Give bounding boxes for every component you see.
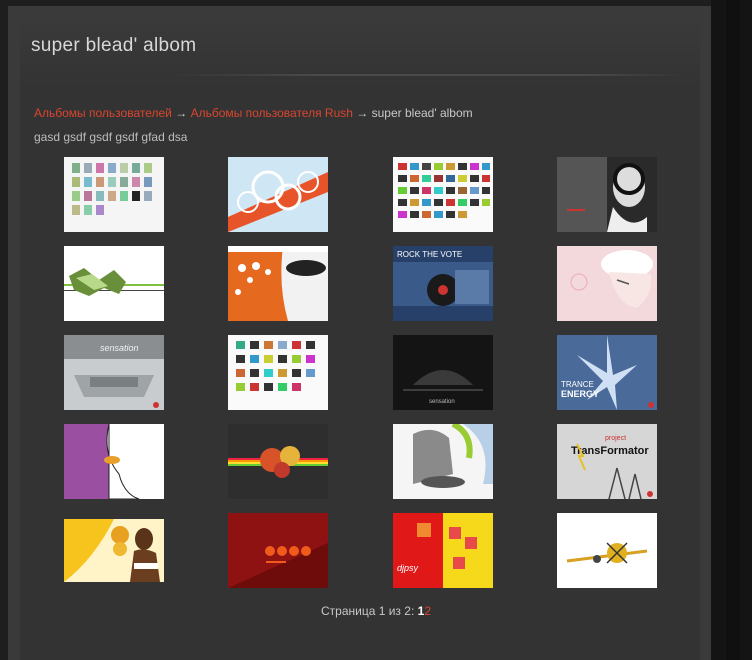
- thumb-dj-grey[interactable]: [393, 424, 493, 499]
- thumb-sensation-grey[interactable]: sensation: [64, 335, 164, 410]
- thumb-text-rock-the-vote: ROCK THE VOTE: [397, 250, 462, 259]
- thumb-sticker-grid-2-image: [228, 335, 328, 410]
- breadcrumb-separator: →: [356, 106, 369, 120]
- thumb-headphones-girl[interactable]: [557, 157, 657, 232]
- thumb-red-circles[interactable]: [228, 513, 328, 588]
- thumb-orange-swirls-image: [228, 157, 328, 232]
- thumb-white-splash[interactable]: [557, 513, 657, 588]
- pagination: Страница 1 из 2: 12: [0, 604, 752, 618]
- page-title: super blead' albom: [31, 35, 197, 56]
- thumb-red-circles-image: [228, 513, 328, 588]
- thumb-text-trance: TRANCE: [561, 380, 594, 389]
- thumb-white-splash-image: [557, 513, 657, 588]
- thumb-pink-girl-image: [557, 246, 657, 321]
- thumb-purple-face[interactable]: [64, 424, 164, 499]
- thumb-text-energy: ENERGY: [561, 389, 599, 399]
- breadcrumb-link-rush-albums[interactable]: Альбомы пользователя Rush: [191, 106, 353, 120]
- thumb-text-sensation-small: sensation: [429, 399, 455, 405]
- thumb-orange-face[interactable]: [228, 246, 328, 321]
- thumb-green-lines-image: [64, 246, 164, 321]
- pagination-label: Страница 1 из 2:: [321, 604, 415, 618]
- thumb-collage-white-image: [64, 157, 164, 232]
- thumb-rock-the-vote-image: ROCK THE VOTE: [393, 246, 493, 321]
- thumb-collage-white[interactable]: [64, 157, 164, 232]
- thumb-purple-face-image: [64, 424, 164, 499]
- breadcrumb-separator: →: [175, 106, 188, 120]
- thumb-sticker-grid-image: [393, 157, 493, 232]
- thumb-text-project: project: [605, 435, 626, 442]
- thumb-red-yellow-dj[interactable]: djpsy: [393, 513, 493, 588]
- thumb-rainbow-dark[interactable]: [228, 424, 328, 499]
- thumb-yellow-woman[interactable]: [64, 519, 164, 582]
- scrollbar[interactable]: [726, 0, 740, 660]
- thumb-green-lines[interactable]: [64, 246, 164, 321]
- breadcrumb-current: super blead' albom: [371, 106, 473, 120]
- thumb-rainbow-dark-image: [228, 424, 328, 499]
- thumb-red-yellow-dj-image: djpsy: [393, 513, 493, 588]
- thumb-sensation-grey-image: sensation: [64, 335, 164, 410]
- title-divider: [160, 74, 690, 76]
- breadcrumb: Альбомы пользователей → Альбомы пользова…: [34, 106, 473, 120]
- thumb-text-sensation: sensation: [100, 343, 139, 353]
- thumb-orange-swirls[interactable]: [228, 157, 328, 232]
- thumb-yellow-woman-image: [64, 519, 164, 582]
- thumb-trance-energy-image: TRANCE ENERGY: [557, 335, 657, 410]
- thumb-trance-energy[interactable]: TRANCE ENERGY: [557, 335, 657, 410]
- thumb-sticker-grid-2[interactable]: [228, 335, 328, 410]
- thumb-pink-girl[interactable]: [557, 246, 657, 321]
- album-description: gasd gsdf gsdf gsdf gfad dsa: [34, 130, 188, 144]
- thumb-sensation-dark-image: sensation: [393, 335, 493, 410]
- pagination-page-link[interactable]: 2: [424, 604, 431, 618]
- thumb-transformator-image: project TransFormator: [557, 424, 657, 499]
- thumb-sensation-dark[interactable]: sensation: [393, 335, 493, 410]
- thumb-rock-the-vote[interactable]: ROCK THE VOTE: [393, 246, 493, 321]
- thumb-transformator[interactable]: project TransFormator: [557, 424, 657, 499]
- thumb-text-djpsy: djpsy: [397, 563, 419, 573]
- thumb-dj-grey-image: [393, 424, 493, 499]
- thumb-sticker-grid[interactable]: [393, 157, 493, 232]
- thumb-orange-face-image: [228, 246, 328, 321]
- thumb-headphones-girl-image: [557, 157, 657, 232]
- breadcrumb-link-user-albums[interactable]: Альбомы пользователей: [34, 106, 172, 120]
